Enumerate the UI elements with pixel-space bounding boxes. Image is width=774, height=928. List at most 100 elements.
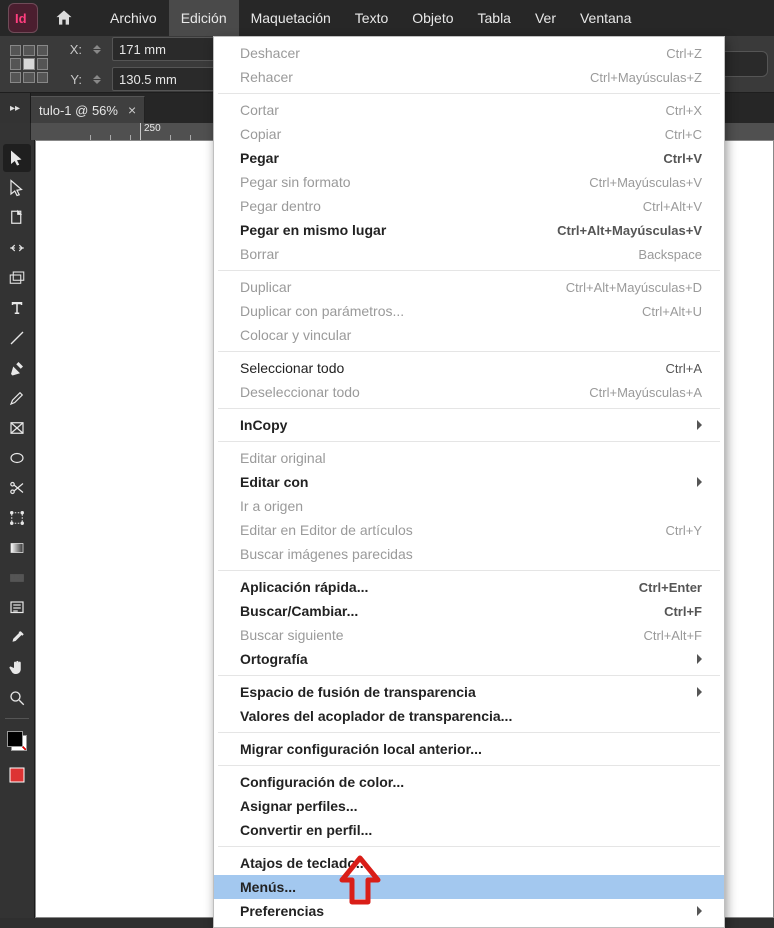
menu-item-shortcut: Ctrl+Enter: [639, 580, 702, 595]
menu-texto[interactable]: Texto: [343, 0, 400, 36]
menu-item-borrar: BorrarBackspace: [214, 242, 724, 266]
menu-item-label: Rehacer: [240, 69, 293, 85]
submenu-arrow-icon: [697, 654, 702, 664]
menu-item-shortcut: Ctrl+Z: [666, 46, 702, 61]
page-tool-icon[interactable]: [3, 204, 31, 232]
menu-edicion[interactable]: Edición: [169, 0, 239, 36]
document-tab-title: tulo-1 @ 56%: [39, 103, 118, 118]
menu-objeto[interactable]: Objeto: [400, 0, 465, 36]
menu-item-migrar-configuraci-n-local-anterior[interactable]: Migrar configuración local anterior...: [214, 737, 724, 761]
reference-point-grid[interactable]: [10, 45, 48, 83]
y-stepper[interactable]: [90, 68, 104, 90]
selection-tool-icon[interactable]: [3, 144, 31, 172]
menu-item-configuraci-n-de-color[interactable]: Configuración de color...: [214, 770, 724, 794]
menu-item-buscar-cambiar[interactable]: Buscar/Cambiar...Ctrl+F: [214, 599, 724, 623]
menu-item-label: Valores del acoplador de transparencia..…: [240, 708, 512, 724]
note-tool-icon[interactable]: [3, 594, 31, 622]
menu-item-preferencias[interactable]: Preferencias: [214, 899, 724, 923]
menu-item-ortograf-a[interactable]: Ortografía: [214, 647, 724, 671]
apply-color-icon[interactable]: [3, 761, 31, 789]
menu-item-shortcut: Ctrl+Y: [666, 523, 702, 538]
menu-item-shortcut: Ctrl+Mayúsculas+V: [589, 175, 702, 190]
menu-item-seleccionar-todo[interactable]: Seleccionar todoCtrl+A: [214, 356, 724, 380]
menu-item-asignar-perfiles[interactable]: Asignar perfiles...: [214, 794, 724, 818]
svg-text:Id: Id: [15, 11, 27, 26]
y-field[interactable]: 130.5 mm: [112, 67, 216, 91]
document-tab[interactable]: tulo-1 @ 56% ×: [31, 96, 145, 123]
menu-item-buscar-siguiente: Buscar siguienteCtrl+Alt+F: [214, 623, 724, 647]
top-menu: Archivo Edición Maquetación Texto Objeto…: [98, 0, 643, 36]
hand-tool-icon[interactable]: [3, 654, 31, 682]
ruler-tick-250: 250: [144, 123, 161, 134]
menu-item-label: Ir a origen: [240, 498, 303, 514]
content-collector-tool-icon[interactable]: [3, 264, 31, 292]
menu-item-deshacer: DeshacerCtrl+Z: [214, 41, 724, 65]
menu-item-atajos-de-teclado[interactable]: Atajos de teclado...: [214, 851, 724, 875]
menu-item-pegar-dentro: Pegar dentroCtrl+Alt+V: [214, 194, 724, 218]
x-label: X:: [66, 42, 82, 57]
line-tool-icon[interactable]: [3, 324, 31, 352]
menu-item-label: Asignar perfiles...: [240, 798, 357, 814]
panel-collapse-icon[interactable]: ▸▸: [0, 93, 31, 123]
menu-item-label: Menús...: [240, 879, 296, 895]
type-tool-icon[interactable]: [3, 294, 31, 322]
menu-item-editar-con[interactable]: Editar con: [214, 470, 724, 494]
menu-item-shortcut: Ctrl+C: [665, 127, 702, 142]
pen-tool-icon[interactable]: [3, 354, 31, 382]
menu-item-label: Seleccionar todo: [240, 360, 344, 376]
menu-item-convertir-en-perfil[interactable]: Convertir en perfil...: [214, 818, 724, 842]
menu-item-label: Preferencias: [240, 903, 324, 919]
menu-separator: [218, 732, 720, 733]
menu-item-shortcut: Ctrl+Alt+Mayúsculas+D: [566, 280, 702, 295]
fill-stroke-swatch[interactable]: [7, 731, 27, 751]
scissors-tool-icon[interactable]: [3, 474, 31, 502]
menu-item-label: Ortografía: [240, 651, 308, 667]
x-field[interactable]: 171 mm: [112, 37, 216, 61]
menu-separator: [218, 441, 720, 442]
menu-maquetacion[interactable]: Maquetación: [239, 0, 343, 36]
rectangle-frame-tool-icon[interactable]: [3, 414, 31, 442]
gradient-feather-tool-icon[interactable]: [3, 564, 31, 592]
menu-item-pegar[interactable]: PegarCtrl+V: [214, 146, 724, 170]
menu-item-label: Deseleccionar todo: [240, 384, 360, 400]
menu-separator: [218, 765, 720, 766]
zoom-tool-icon[interactable]: [3, 684, 31, 712]
close-icon[interactable]: ×: [128, 102, 136, 118]
x-stepper[interactable]: [90, 38, 104, 60]
menu-item-aplicaci-n-r-pida[interactable]: Aplicación rápida...Ctrl+Enter: [214, 575, 724, 599]
ellipse-tool-icon[interactable]: [3, 444, 31, 472]
menu-item-colocar-y-vincular: Colocar y vincular: [214, 323, 724, 347]
menu-separator: [218, 675, 720, 676]
menu-item-shortcut: Ctrl+Mayúsculas+Z: [590, 70, 702, 85]
submenu-arrow-icon: [697, 906, 702, 916]
menu-item-shortcut: Ctrl+Alt+V: [643, 199, 702, 214]
app-indesign-icon: Id: [8, 3, 38, 33]
direct-selection-tool-icon[interactable]: [3, 174, 31, 202]
menu-item-rehacer: Rehacer Ctrl+Mayúsculas+Z: [214, 65, 724, 89]
menu-item-shortcut: Ctrl+Mayúsculas+A: [589, 385, 702, 400]
menu-item-men-s[interactable]: Menús...: [214, 875, 724, 899]
menu-item-pegar-sin-formato: Pegar sin formatoCtrl+Mayúsculas+V: [214, 170, 724, 194]
eyedropper-tool-icon[interactable]: [3, 624, 31, 652]
menu-item-valores-del-acoplador-de-transparencia[interactable]: Valores del acoplador de transparencia..…: [214, 704, 724, 728]
free-transform-tool-icon[interactable]: [3, 504, 31, 532]
home-icon[interactable]: [50, 4, 78, 32]
menu-ventana[interactable]: Ventana: [568, 0, 643, 36]
pencil-tool-icon[interactable]: [3, 384, 31, 412]
gap-tool-icon[interactable]: [3, 234, 31, 262]
menu-item-copiar: CopiarCtrl+C: [214, 122, 724, 146]
menu-item-label: Editar en Editor de artículos: [240, 522, 413, 538]
menu-item-shortcut: Ctrl+X: [666, 103, 702, 118]
menu-item-label: Colocar y vincular: [240, 327, 351, 343]
menu-item-shortcut: Ctrl+Alt+Mayúsculas+V: [557, 223, 702, 238]
menu-item-espacio-de-fusi-n-de-transparencia[interactable]: Espacio de fusión de transparencia: [214, 680, 724, 704]
menu-separator: [218, 351, 720, 352]
ruler-origin-icon[interactable]: [0, 123, 31, 141]
gradient-swatch-tool-icon[interactable]: [3, 534, 31, 562]
menu-ver[interactable]: Ver: [523, 0, 568, 36]
menu-separator: [218, 408, 720, 409]
menu-tabla[interactable]: Tabla: [466, 0, 523, 36]
menu-item-pegar-en-mismo-lugar[interactable]: Pegar en mismo lugarCtrl+Alt+Mayúsculas+…: [214, 218, 724, 242]
menu-archivo[interactable]: Archivo: [98, 0, 169, 36]
menu-item-incopy[interactable]: InCopy: [214, 413, 724, 437]
